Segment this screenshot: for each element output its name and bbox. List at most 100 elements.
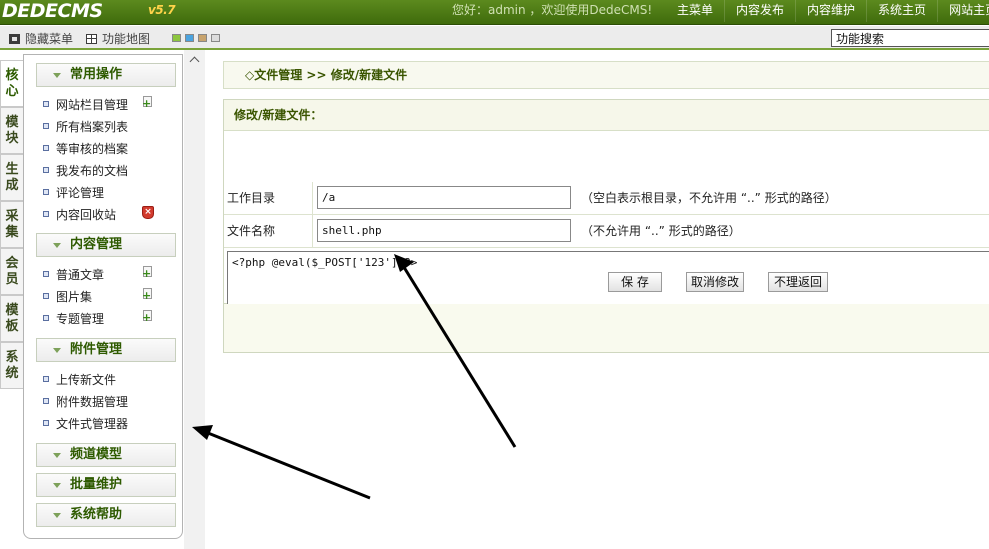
cancel-edit-button[interactable]: 取消修改 [686,272,744,292]
welcome-text: 您好：admin ，欢迎使用DedeCMS! [452,3,653,17]
menu-item-label: 普通文章 [56,268,105,282]
edit-file-form: 修改/新建文件： 工作目录 （空白表示根目录，不允许用 “..” 形式的路径） … [223,99,989,305]
menu-item-label: 等审核的档案 [56,142,129,156]
skin-swatch-blue[interactable] [185,34,194,42]
filename-input[interactable] [317,219,571,242]
nav-content-maintain[interactable]: 内容维护 [795,0,866,22]
menu-section-title: 频道模型 [70,447,123,462]
menu-item-upload-file[interactable]: 上传新文件 [43,370,178,390]
menu-item-file-manager[interactable]: 文件式管理器 [43,414,178,434]
menu-item-attachment-data[interactable]: 附件数据管理 [43,392,178,412]
add-document-icon[interactable]: + [142,96,154,109]
bullet-icon [43,211,49,217]
bullet-icon [43,101,49,107]
menu-item-image-sets[interactable]: 图片集 + [43,287,178,307]
form-title: 修改/新建文件： [224,100,989,131]
tab-core[interactable]: 核心 [0,60,24,107]
nav-main-menu[interactable]: 主菜单 [666,0,724,22]
menu-item-all-archives[interactable]: 所有档案列表 [43,117,178,137]
workdir-input[interactable] [317,186,571,209]
menu-section-title: 附件管理 [70,342,123,357]
add-document-icon[interactable]: + [142,288,154,301]
bullet-icon [43,167,49,173]
menu-section-channel-models[interactable]: 频道模型 [36,443,176,467]
tab-generate[interactable]: 生成 [0,154,24,201]
breadcrumb: ◇文件管理 >> 修改/新建文件 [223,61,989,89]
feature-search-input[interactable] [831,29,989,47]
bullet-icon [43,271,49,277]
save-button[interactable]: 保 存 [608,272,662,292]
recycle-bin-icon[interactable]: × [142,206,154,219]
menu-item-label: 图片集 [56,290,93,304]
filename-label: 文件名称 [224,215,313,247]
menu-item-topics[interactable]: 专题管理 + [43,309,178,329]
menu-item-label: 附件数据管理 [56,395,129,409]
category-tabs: 核心 模块 生成 采集 会员 模板 系统 [0,60,24,389]
skin-swatch-green[interactable] [172,34,181,42]
menu-item-label: 我发布的文档 [56,164,129,178]
workdir-row: 工作目录 （空白表示根目录，不允许用 “..” 形式的路径） [224,182,989,215]
collapse-arrow-icon [53,348,61,353]
add-document-icon[interactable]: + [142,310,154,323]
main-content: ◇文件管理 >> 修改/新建文件 修改/新建文件： 工作目录 （空白表示根目录，… [205,50,989,549]
tab-collect[interactable]: 采集 [0,201,24,248]
workdir-label: 工作目录 [224,182,313,214]
add-document-icon[interactable]: + [142,266,154,279]
nav-content-publish[interactable]: 内容发布 [724,0,795,22]
nav-system-home[interactable]: 系统主页 [866,0,937,22]
back-button[interactable]: 不理返回 [768,272,828,292]
menu-item-comments[interactable]: 评论管理 [43,183,178,203]
nav-site-home[interactable]: 网站主页 [937,0,989,22]
menu-item-pending-archives[interactable]: 等审核的档案 [43,139,178,159]
menu-item-my-documents[interactable]: 我发布的文档 [43,161,178,181]
menu-scroll-gutter[interactable] [184,50,205,549]
filename-hint: （不允许用 “..” 形式的路径） [581,224,741,238]
bullet-icon [43,189,49,195]
collapse-arrow-icon [53,513,61,518]
collapse-arrow-icon [53,73,61,78]
top-header: DEDECMS v5.7 您好：admin ，欢迎使用DedeCMS! 主菜单 … [0,0,989,25]
menu-item-label: 所有档案列表 [56,120,129,134]
menu-section-title: 系统帮助 [70,507,123,522]
hide-menu-button[interactable]: 隐藏菜单 [9,30,73,47]
tab-system[interactable]: 系统 [0,342,24,389]
menu-item-label: 专题管理 [56,312,105,326]
menu-item-label: 评论管理 [56,186,105,200]
filename-row: 文件名称 （不允许用 “..” 形式的路径） [224,215,989,248]
menu-item-label: 上传新文件 [56,373,117,387]
tab-templates[interactable]: 模板 [0,295,24,342]
logo-text: DEDECMS [2,0,103,22]
left-menu: 常用操作 网站栏目管理 + 所有档案列表 等审核的档案 我发布的文档 评论管理 … [23,54,183,539]
sub-toolbar: 隐藏菜单 功能地图 [0,26,989,50]
menu-section-help[interactable]: 系统帮助 [36,503,176,527]
skin-swatches [172,34,224,42]
bullet-icon [43,123,49,129]
tab-members[interactable]: 会员 [0,248,24,295]
menu-item-label: 网站栏目管理 [56,98,129,112]
tab-modules[interactable]: 模块 [0,107,24,154]
bullet-icon [43,420,49,426]
skin-swatch-brown[interactable] [198,34,207,42]
version-label: v5.7 [148,3,176,17]
collapse-arrow-icon [53,243,61,248]
feature-map-button[interactable]: 功能地图 [86,30,150,47]
form-actions [223,304,989,353]
skin-swatch-gray[interactable] [211,34,220,42]
collapse-arrow-icon [53,453,61,458]
feature-map-label: 功能地图 [102,32,151,46]
menu-section-content[interactable]: 内容管理 [36,233,176,257]
bullet-icon [43,145,49,151]
menu-toggle-icon [9,33,20,44]
menu-section-attachments[interactable]: 附件管理 [36,338,176,362]
menu-item-recycle-bin[interactable]: 内容回收站 × [43,205,178,225]
menu-item-articles[interactable]: 普通文章 + [43,265,178,285]
menu-section-title: 常用操作 [70,67,123,82]
dedecms-logo: DEDECMS v5.7 [2,0,176,22]
menu-item-site-columns[interactable]: 网站栏目管理 + [43,95,178,115]
scroll-up-icon[interactable] [189,56,200,67]
menu-section-batch[interactable]: 批量维护 [36,473,176,497]
bullet-icon [43,376,49,382]
menu-section-common[interactable]: 常用操作 [36,63,176,87]
menu-item-label: 内容回收站 [56,208,117,222]
bullet-icon [43,315,49,321]
